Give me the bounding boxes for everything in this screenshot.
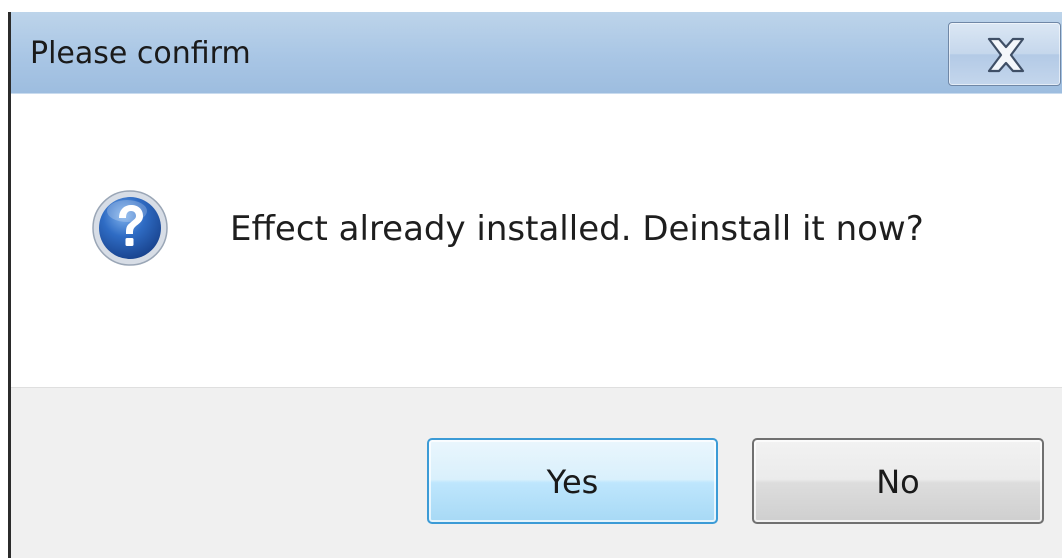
close-icon <box>987 37 1025 73</box>
confirm-dialog: Please confirm Effect already installed.… <box>8 12 1062 558</box>
title-bar[interactable]: Please confirm <box>11 12 1062 94</box>
no-button[interactable]: No <box>752 438 1044 524</box>
message-text: Effect already installed. Deinstall it n… <box>230 209 924 249</box>
message-area: Effect already installed. Deinstall it n… <box>11 94 1062 387</box>
close-button[interactable] <box>948 22 1061 86</box>
window-title: Please confirm <box>30 36 251 71</box>
button-bar: Yes No <box>11 387 1062 558</box>
yes-button[interactable]: Yes <box>427 438 718 524</box>
screen: Please confirm Effect already installed.… <box>0 0 1062 558</box>
question-icon <box>92 190 168 266</box>
